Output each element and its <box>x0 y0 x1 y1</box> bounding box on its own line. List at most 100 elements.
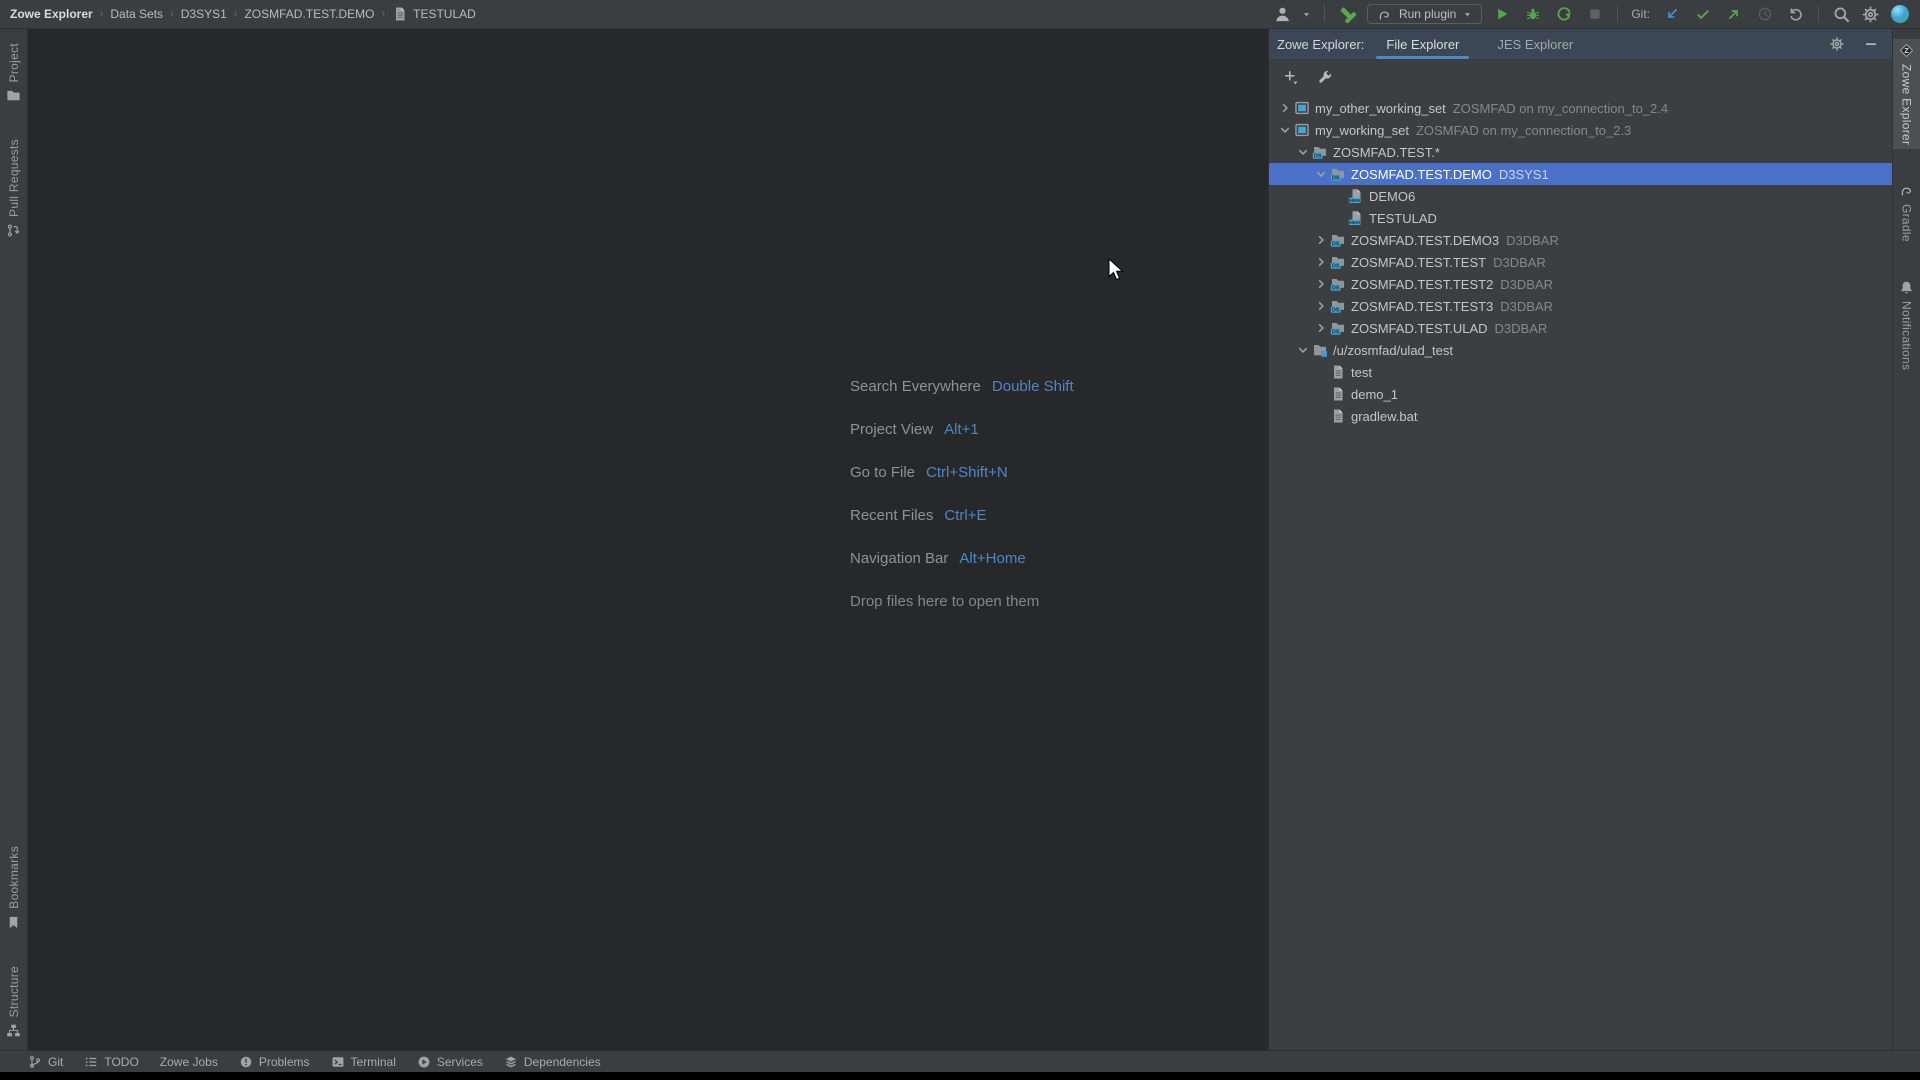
breadcrumb: Zowe Explorer›Data Sets›D3SYS1›ZOSMFAD.T… <box>10 6 476 22</box>
tree-row[interactable]: MEMDEMO6 <box>1269 185 1892 207</box>
bookmark-icon <box>6 915 21 930</box>
git-update-button[interactable] <box>1662 5 1681 24</box>
tab-file-explorer[interactable]: File Explorer <box>1384 29 1461 59</box>
shortcut-action-label: Recent Files <box>850 504 933 527</box>
statusbar-item-label: TODO <box>104 1055 138 1069</box>
tool-stripe-button-gradle[interactable]: Gradle <box>1893 179 1920 246</box>
tree-row[interactable]: DSZOSMFAD.TEST.DEMO3D3DBAR <box>1269 229 1892 251</box>
breadcrumb-item[interactable]: Data Sets <box>110 7 163 21</box>
tree-node-label: ZOSMFAD.TEST.ULAD <box>1351 321 1488 336</box>
dependencies-icon <box>504 1055 518 1069</box>
user-menu-button[interactable] <box>1273 5 1292 24</box>
working-set-icon <box>1293 122 1310 138</box>
statusbar-item-dependencies[interactable]: Dependencies <box>504 1055 601 1069</box>
settings-button[interactable] <box>1861 5 1880 24</box>
tree-row[interactable]: demo_1 <box>1269 383 1892 405</box>
search-everywhere-button[interactable] <box>1832 5 1851 24</box>
tree-expander[interactable] <box>1277 100 1293 116</box>
tree-row[interactable]: my_working_setZOSMFAD on my_connection_t… <box>1269 119 1892 141</box>
tree-row[interactable]: DSZOSMFAD.TEST.DEMOD3SYS1 <box>1269 163 1892 185</box>
history-button <box>1755 5 1774 24</box>
stop-button <box>1585 5 1604 24</box>
tree-expander[interactable] <box>1313 320 1329 336</box>
tree-expander[interactable] <box>1313 276 1329 292</box>
statusbar-item-git[interactable]: Git <box>28 1055 63 1069</box>
breadcrumb-item[interactable]: Zowe Explorer <box>10 7 93 21</box>
tree-node-suffix: D3SYS1 <box>1499 167 1549 182</box>
run-button[interactable] <box>1492 5 1511 24</box>
tree-node-label: ZOSMFAD.TEST.DEMO3 <box>1351 233 1499 248</box>
git-commit-button[interactable] <box>1693 5 1712 24</box>
statusbar-item-todo[interactable]: TODO <box>84 1055 138 1069</box>
tree-expander[interactable] <box>1295 342 1311 358</box>
tree-expander[interactable] <box>1277 122 1293 138</box>
terminal-icon <box>331 1055 345 1069</box>
tool-stripe-label: Zowe Explorer <box>1900 64 1914 145</box>
tree-row[interactable]: DSZOSMFAD.TEST.TESTD3DBAR <box>1269 251 1892 273</box>
tool-stripe-button-bookmarks[interactable]: Bookmarks <box>0 842 27 934</box>
edit-settings-button[interactable] <box>1315 68 1334 87</box>
tree-row[interactable]: test <box>1269 361 1892 383</box>
tab-jes-explorer[interactable]: JES Explorer <box>1495 29 1575 59</box>
tree-expander[interactable] <box>1313 166 1329 182</box>
breadcrumb-item[interactable]: TESTULAD <box>392 6 476 22</box>
breadcrumb-item[interactable]: D3SYS1 <box>181 7 227 21</box>
dataset-icon: DS <box>1330 320 1346 336</box>
dataset-icon: DS <box>1311 144 1328 160</box>
folder-icon <box>6 88 21 103</box>
tree-row[interactable]: my_other_working_setZOSMFAD on my_connec… <box>1269 97 1892 119</box>
profiler-icon <box>1556 6 1572 22</box>
rollback-button[interactable] <box>1786 5 1805 24</box>
tree-node-suffix: D3DBAR <box>1500 299 1553 314</box>
tree-node-label: TESTULAD <box>1369 211 1437 226</box>
tool-stripe-button-structure[interactable]: Structure <box>0 962 27 1042</box>
tree-row[interactable]: MEM TESTULAD <box>1269 207 1892 229</box>
shortcut-hint-row: Recent FilesCtrl+E <box>850 504 1074 527</box>
tree-node-label: ZOSMFAD.TEST.TEST3 <box>1351 299 1493 314</box>
statusbar-item-zowe-jobs[interactable]: Zowe Jobs <box>160 1055 218 1069</box>
tree-row[interactable]: DSZOSMFAD.TEST.TEST3D3DBAR <box>1269 295 1892 317</box>
chevron-right-icon <box>1313 298 1329 314</box>
tree-row[interactable]: DSZOSMFAD.TEST.TEST2D3DBAR <box>1269 273 1892 295</box>
git-push-button[interactable] <box>1724 5 1743 24</box>
tool-stripe-button-pull-requests[interactable]: Pull Requests <box>0 135 27 242</box>
breadcrumb-label: D3SYS1 <box>181 7 227 21</box>
add-working-set-button[interactable] <box>1281 68 1300 87</box>
debug-button[interactable] <box>1523 5 1542 24</box>
tool-stripe-button-project[interactable]: Project <box>0 39 27 107</box>
uss-file-icon <box>1329 364 1346 380</box>
run-configuration-select[interactable]: Run plugin <box>1367 4 1482 24</box>
tree-node-suffix: D3DBAR <box>1506 233 1559 248</box>
breadcrumb-item[interactable]: ZOSMFAD.TEST.DEMO <box>244 7 374 21</box>
tree-expander[interactable] <box>1313 298 1329 314</box>
tree-row[interactable]: DSZOSMFAD.TEST.* <box>1269 141 1892 163</box>
tool-stripe-button-zowe-explorer[interactable]: ZZowe Explorer <box>1893 39 1920 149</box>
dataset-icon: DS <box>1330 276 1346 292</box>
statusbar-item-services[interactable]: Services <box>417 1055 483 1069</box>
tree-row[interactable]: gradlew.bat <box>1269 405 1892 427</box>
tree-row[interactable]: /u/zosmfad/ulad_test <box>1269 339 1892 361</box>
member-icon: MEM <box>1348 188 1364 204</box>
tree-expander[interactable] <box>1313 232 1329 248</box>
wrench-icon <box>1317 69 1333 85</box>
member-icon: MEM <box>1347 210 1364 226</box>
profiler-button[interactable] <box>1554 5 1573 24</box>
gradle-icon <box>1899 183 1914 198</box>
tree-row[interactable]: DSZOSMFAD.TEST.ULADD3DBAR <box>1269 317 1892 339</box>
gear-icon <box>1829 36 1845 52</box>
tool-stripe-label: Project <box>7 43 21 82</box>
tool-window-options-button[interactable] <box>1827 35 1846 54</box>
tree-expander[interactable] <box>1295 144 1311 160</box>
tree-expander[interactable] <box>1313 254 1329 270</box>
dataset-icon: DS <box>1329 276 1346 292</box>
statusbar-item-terminal[interactable]: Terminal <box>331 1055 396 1069</box>
statusbar-item-problems[interactable]: Problems <box>239 1055 310 1069</box>
hide-tool-window-button[interactable] <box>1861 35 1880 54</box>
gradle-icon <box>1377 7 1392 22</box>
svg-text:DS: DS <box>1331 286 1339 292</box>
svg-text:DS: DS <box>1331 264 1339 270</box>
build-project-button[interactable] <box>1338 5 1357 24</box>
tree-node-label: my_working_set <box>1315 123 1409 138</box>
tool-stripe-button-notifications[interactable]: Notifications <box>1893 276 1920 374</box>
user-avatar[interactable] <box>1890 4 1910 24</box>
